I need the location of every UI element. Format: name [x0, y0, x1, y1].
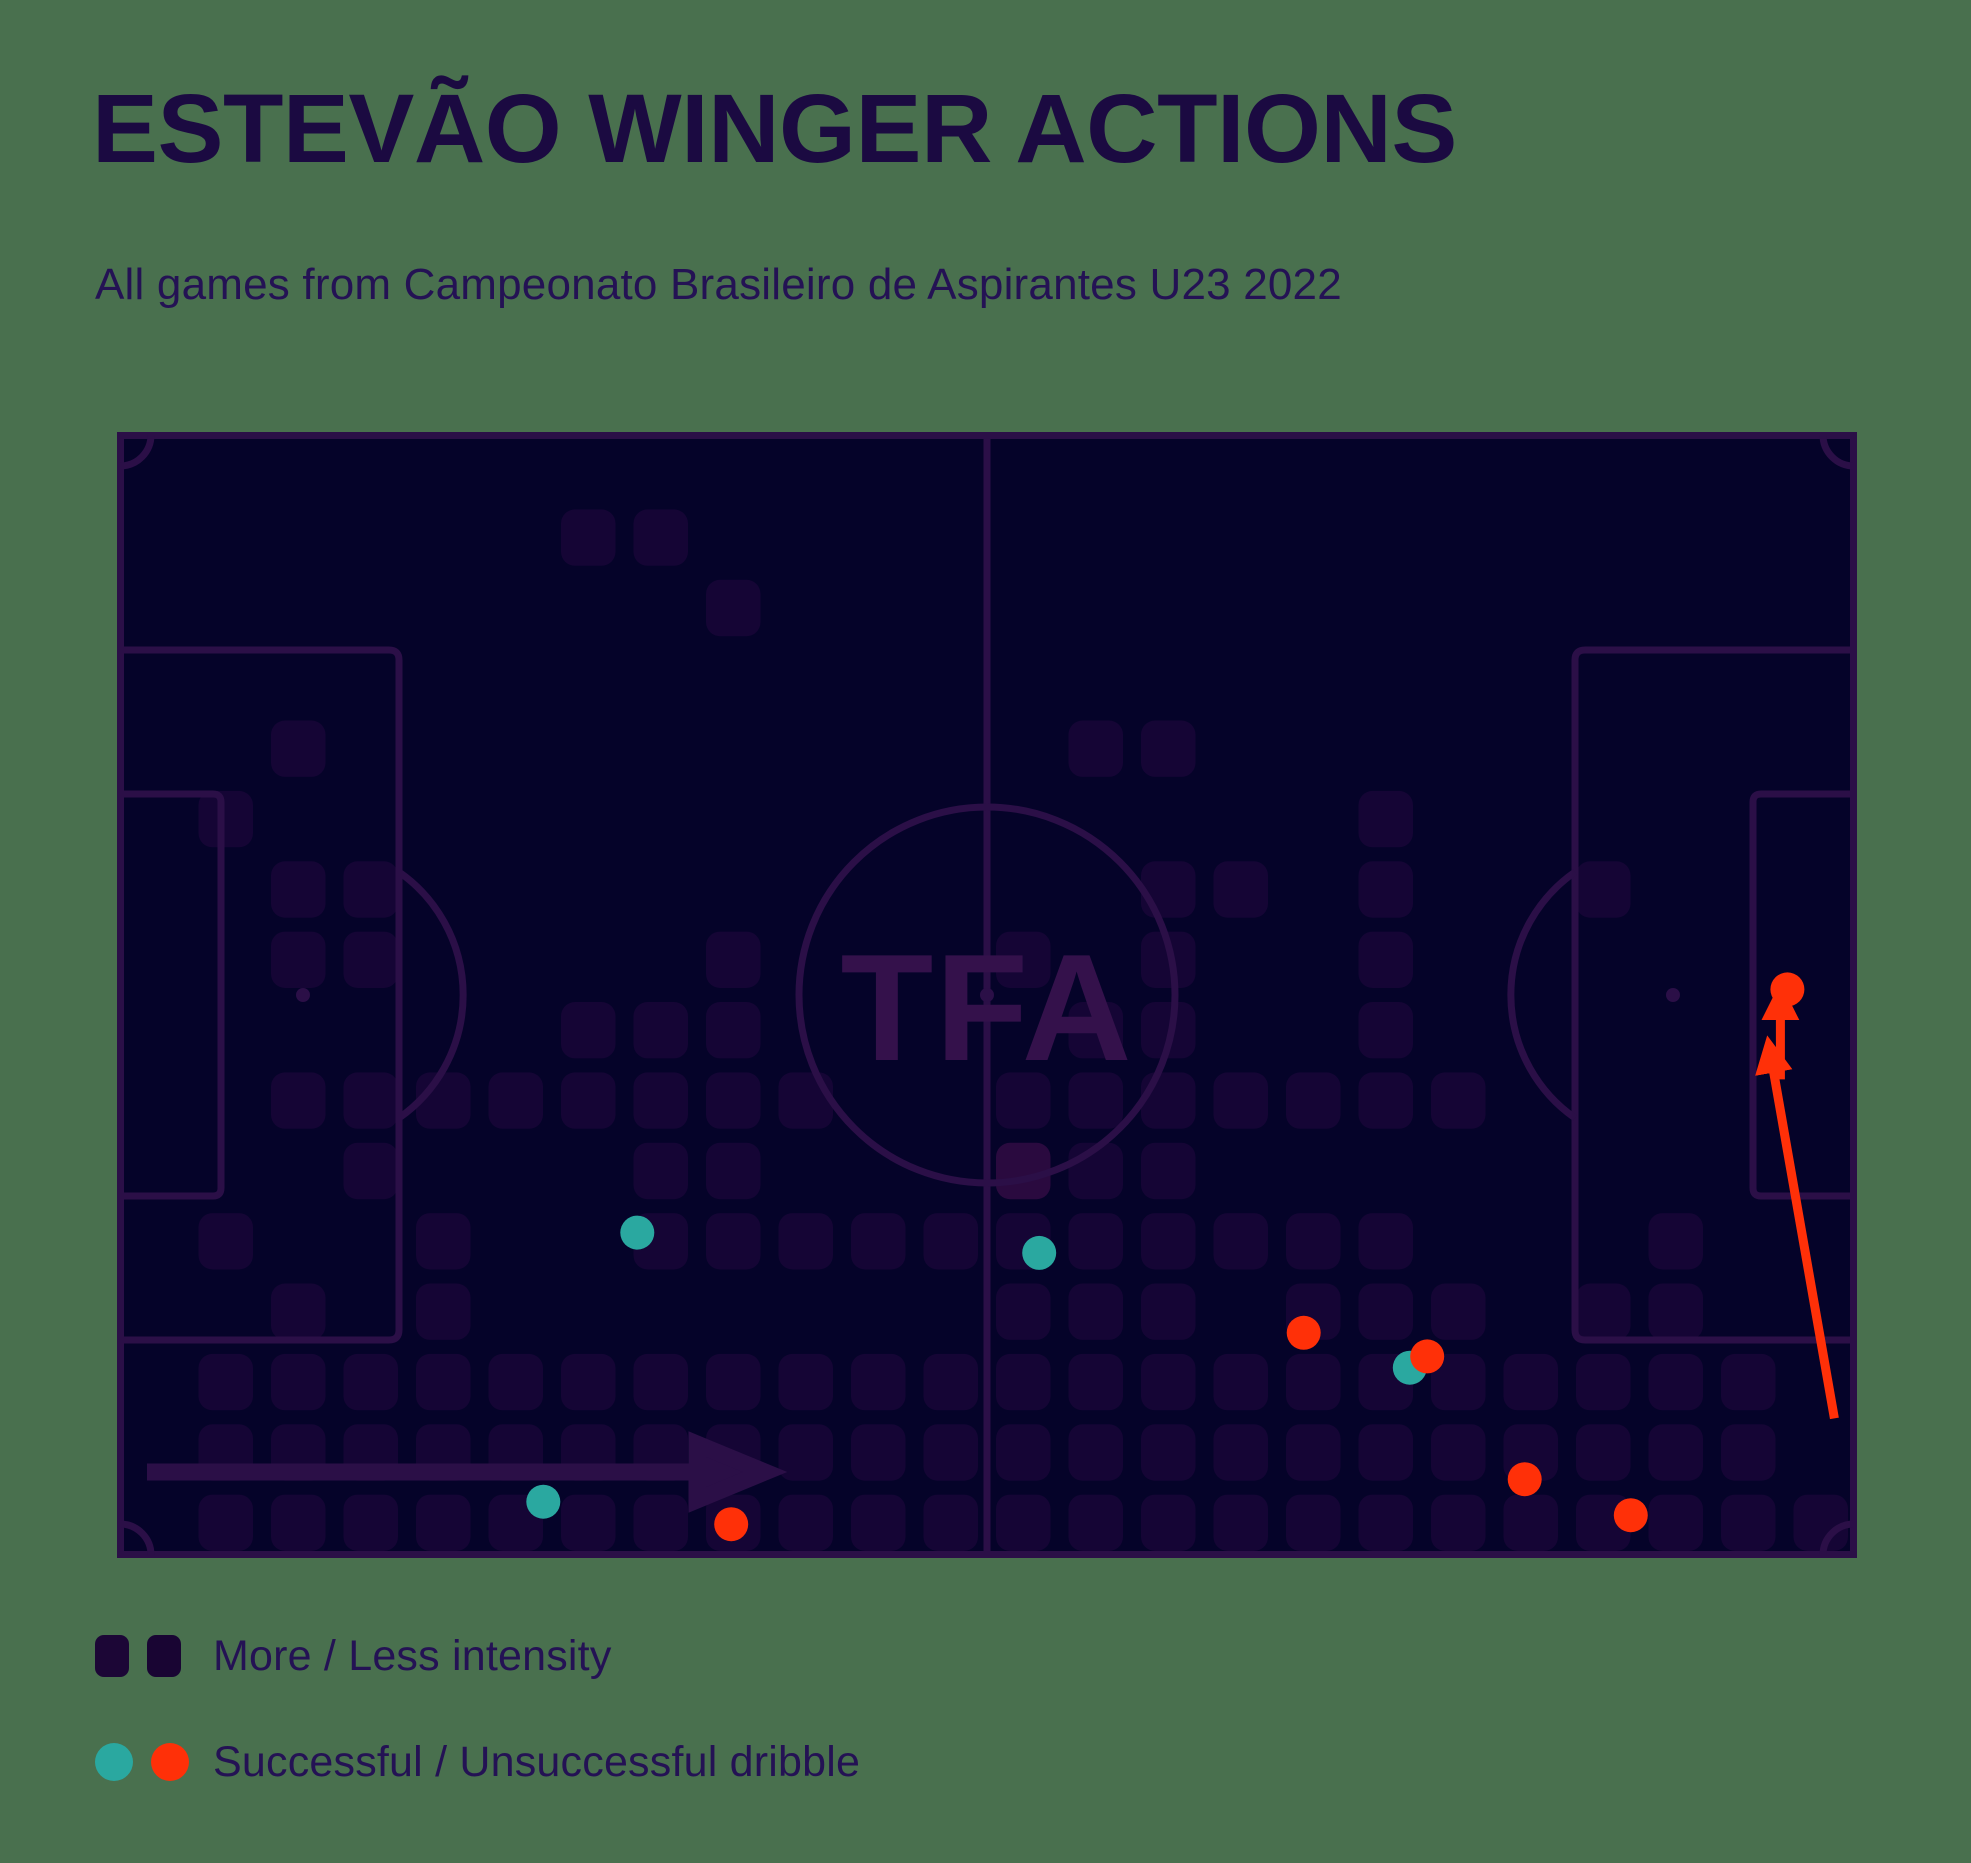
intensity-low-swatch-icon: [147, 1635, 181, 1677]
successful-dribble-marker: [620, 1215, 655, 1250]
page-title: ESTEVÃO WINGER ACTIONS: [92, 74, 1457, 183]
unsuccessful-dribble-marker: [714, 1507, 749, 1542]
page-subtitle: All games from Campeonato Brasileiro de …: [95, 260, 1342, 309]
successful-dribble-marker: [526, 1484, 561, 1519]
intensity-swatches: [95, 1635, 213, 1677]
intensity-high-swatch-icon: [95, 1635, 129, 1677]
dribble-markers: [526, 972, 1805, 1542]
unsuccessful-dribble-marker: [1410, 1339, 1445, 1374]
unsuccessful-dribble-swatch-icon: [151, 1743, 189, 1781]
unsuccessful-dribble-marker: [1613, 1498, 1648, 1533]
carry-arrow: [1755, 1035, 1839, 1420]
legend-label-dribbles: Successful / Unsuccessful dribble: [213, 1737, 861, 1786]
unsuccessful-dribble-marker: [1770, 972, 1805, 1007]
legend-label-intensity: More / Less intensity: [213, 1631, 612, 1680]
unsuccessful-dribble-marker: [1286, 1315, 1321, 1350]
unsuccessful-dribble-marker: [1507, 1462, 1542, 1497]
actions-layer: [526, 972, 1839, 1542]
legend: More / Less intensity Successful / Unsuc…: [95, 1620, 1495, 1832]
legend-row-intensity: More / Less intensity: [95, 1620, 1495, 1692]
successful-dribble-swatch-icon: [95, 1743, 133, 1781]
legend-row-dribbles: Successful / Unsuccessful dribble: [95, 1726, 1495, 1798]
dribble-swatches: [95, 1743, 213, 1781]
carry-arrows: [1755, 982, 1839, 1420]
successful-dribble-marker: [1022, 1235, 1057, 1270]
pitch-visualization: TFA: [117, 432, 1857, 1558]
